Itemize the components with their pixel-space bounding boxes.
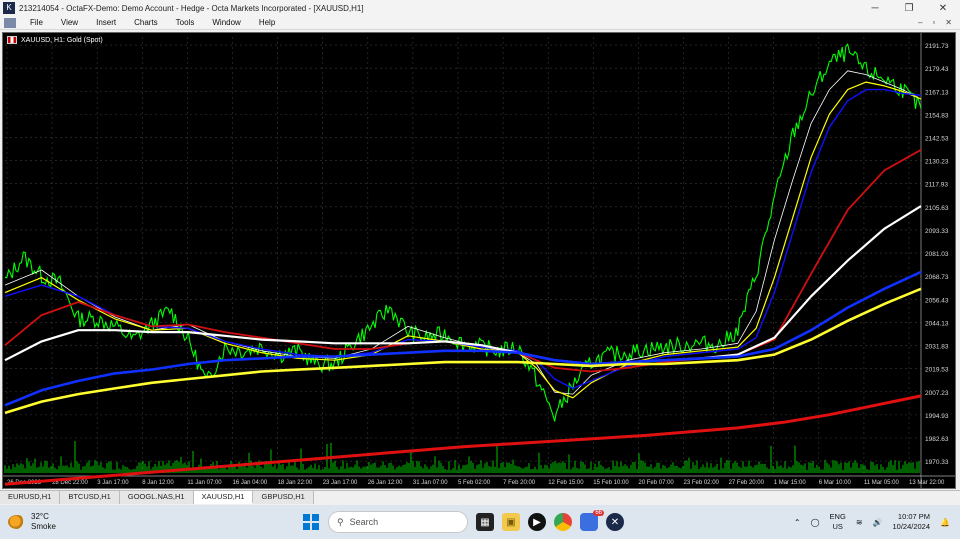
y-tick-label: 2105.63 (925, 205, 949, 212)
y-tick-label: 2056.43 (925, 297, 949, 304)
browser-icon[interactable]: 66 (580, 510, 604, 531)
y-tick-label: 1982.63 (925, 436, 949, 443)
media-player-icon[interactable]: ▶ (528, 513, 546, 531)
browser-badge: 66 (593, 510, 604, 516)
y-tick-label: 2179.43 (925, 66, 949, 73)
tab-gbpusd[interactable]: GBPUSD,H1 (253, 491, 314, 504)
x-tick-label: 12 Feb 15:00 (548, 480, 584, 486)
menu-charts[interactable]: Charts (125, 18, 167, 27)
x-tick-label: 5 Feb 02:00 (458, 480, 491, 486)
menu-bar: File View Insert Charts Tools Window Hel… (0, 16, 960, 30)
x-tick-label: 26 Jan 12:00 (368, 480, 403, 486)
chart-symbol-label: XAUUSD, H1: Gold (Spot) (7, 36, 103, 44)
y-tick-label: 2142.53 (925, 135, 949, 142)
weather-widget[interactable]: 32°C Smoke (8, 512, 268, 532)
tab-xauusd[interactable]: XAUUSD,H1 (193, 491, 254, 504)
window-title: 213214054 - OctaFX-Demo: Demo Account - … (19, 3, 364, 13)
weather-temp: 32°C (31, 512, 49, 521)
y-tick-label: 2044.13 (925, 320, 949, 327)
restore-button[interactable]: ❐ (892, 3, 926, 14)
chart-tabs: EURUSD,H1 BTCUSD,H1 GOOGL.NAS,H1 XAUUSD,… (0, 490, 960, 504)
tab-btcusd[interactable]: BTCUSD,H1 (60, 491, 120, 504)
chart-restore-button[interactable]: ▫ (932, 18, 935, 27)
y-tick-label: 2019.53 (925, 367, 949, 374)
menu-window[interactable]: Window (203, 18, 249, 27)
x-tick-label: 13 Mar 22:00 (909, 480, 945, 486)
file-explorer-icon[interactable]: ▣ (502, 513, 520, 531)
x-tick-label: 3 Jan 17:00 (97, 480, 129, 486)
clock-date: 10/24/2024 (892, 522, 931, 531)
chart-window[interactable]: 2191.73 2179.43 2167.13 2154.83 2142.53 2130.… (2, 32, 956, 489)
chrome-icon[interactable] (554, 513, 572, 531)
y-tick-label: 2093.33 (925, 228, 949, 235)
minimize-button[interactable]: ─ (858, 3, 892, 14)
y-tick-label: 2191.73 (925, 43, 949, 50)
clock[interactable]: 10:07 PM 10/24/2024 (892, 512, 930, 532)
language-indicator[interactable]: ENG US (830, 512, 846, 532)
price-chart[interactable]: 2191.73 2179.43 2167.13 2154.83 2142.53 2130.… (3, 33, 955, 488)
x-tick-label: 23 Feb 02:00 (684, 480, 720, 486)
weather-desc: Smoke (31, 522, 56, 531)
chart-type-icon (7, 36, 17, 44)
y-tick-label: 1994.93 (925, 413, 949, 420)
chart-minimize-button[interactable]: – (918, 18, 922, 27)
x-tick-label: 11 Jan 07:00 (187, 480, 222, 486)
y-tick-label: 2167.13 (925, 89, 949, 96)
chart-close-button[interactable]: ✕ (945, 18, 952, 27)
y-tick-label: 2154.83 (925, 112, 949, 119)
weather-icon (8, 515, 26, 529)
menu-insert[interactable]: Insert (87, 18, 125, 27)
y-tick-label: 2007.23 (925, 390, 949, 397)
menu-file[interactable]: File (21, 18, 52, 27)
y-tick-label: 2117.93 (925, 182, 948, 189)
x-tick-label: 8 Jan 12:00 (142, 480, 174, 486)
x-tick-label: 15 Feb 10:00 (593, 480, 629, 486)
notification-bell-icon[interactable]: 🔔 (940, 518, 950, 527)
x-tick-label: 1 Mar 15:00 (774, 480, 807, 486)
title-bar: K 213214054 - OctaFX-Demo: Demo Account … (0, 0, 960, 16)
chart-symbol-text: XAUUSD, H1: Gold (Spot) (21, 36, 103, 44)
taskbar: 32°C Smoke ⚲ Search ▦ ▣ ▶ 66 ✕ ⌃ ◯ ENG U… (0, 505, 960, 539)
x-tick-label: 27 Feb 20:00 (729, 480, 765, 486)
y-tick-label: 2068.73 (925, 274, 949, 281)
x-tick-label: 16 Jan 04:00 (233, 480, 268, 486)
x-tick-label: 20 Feb 07:00 (638, 480, 674, 486)
task-view-icon[interactable]: ▦ (476, 513, 494, 531)
metatrader-app-icon: K (3, 2, 15, 14)
menu-help[interactable]: Help (250, 18, 284, 27)
x-tick-label: 31 Jan 07:00 (413, 480, 448, 486)
y-tick-label: 1970.33 (925, 459, 949, 466)
metatrader-taskbar-icon[interactable]: ✕ (606, 513, 624, 531)
y-tick-label: 2031.83 (925, 344, 949, 351)
search-placeholder: Search (349, 517, 379, 527)
x-tick-label: 7 Feb 20:00 (503, 480, 536, 486)
x-tick-label: 23 Jan 17:00 (323, 480, 358, 486)
search-icon: ⚲ (337, 516, 344, 527)
tab-eurusd[interactable]: EURUSD,H1 (0, 491, 61, 504)
wifi-icon[interactable]: ≋ (856, 518, 863, 527)
y-tick-label: 2081.03 (925, 251, 949, 258)
x-tick-label: 18 Jan 22:00 (278, 480, 313, 486)
x-tick-label: 6 Mar 10:00 (819, 480, 852, 486)
network-icon[interactable]: ◯ (811, 518, 820, 527)
volume-icon[interactable]: 🔊 (873, 518, 883, 527)
windows-start-icon[interactable] (302, 513, 320, 531)
y-tick-label: 2130.23 (925, 159, 949, 166)
clock-time: 10:07 PM (897, 512, 931, 521)
chevron-up-icon[interactable]: ⌃ (794, 518, 801, 527)
lang-code: ENG (829, 512, 846, 521)
search-input[interactable]: ⚲ Search (328, 511, 468, 533)
tab-googl[interactable]: GOOGL.NAS,H1 (119, 491, 194, 504)
chart-window-icon[interactable] (4, 17, 16, 28)
x-tick-label: 11 Mar 05:00 (864, 480, 900, 486)
chart-background (3, 33, 955, 488)
close-button[interactable]: ✕ (926, 3, 960, 14)
menu-tools[interactable]: Tools (167, 18, 204, 27)
menu-view[interactable]: View (52, 18, 87, 27)
lang-region: US (832, 522, 843, 531)
